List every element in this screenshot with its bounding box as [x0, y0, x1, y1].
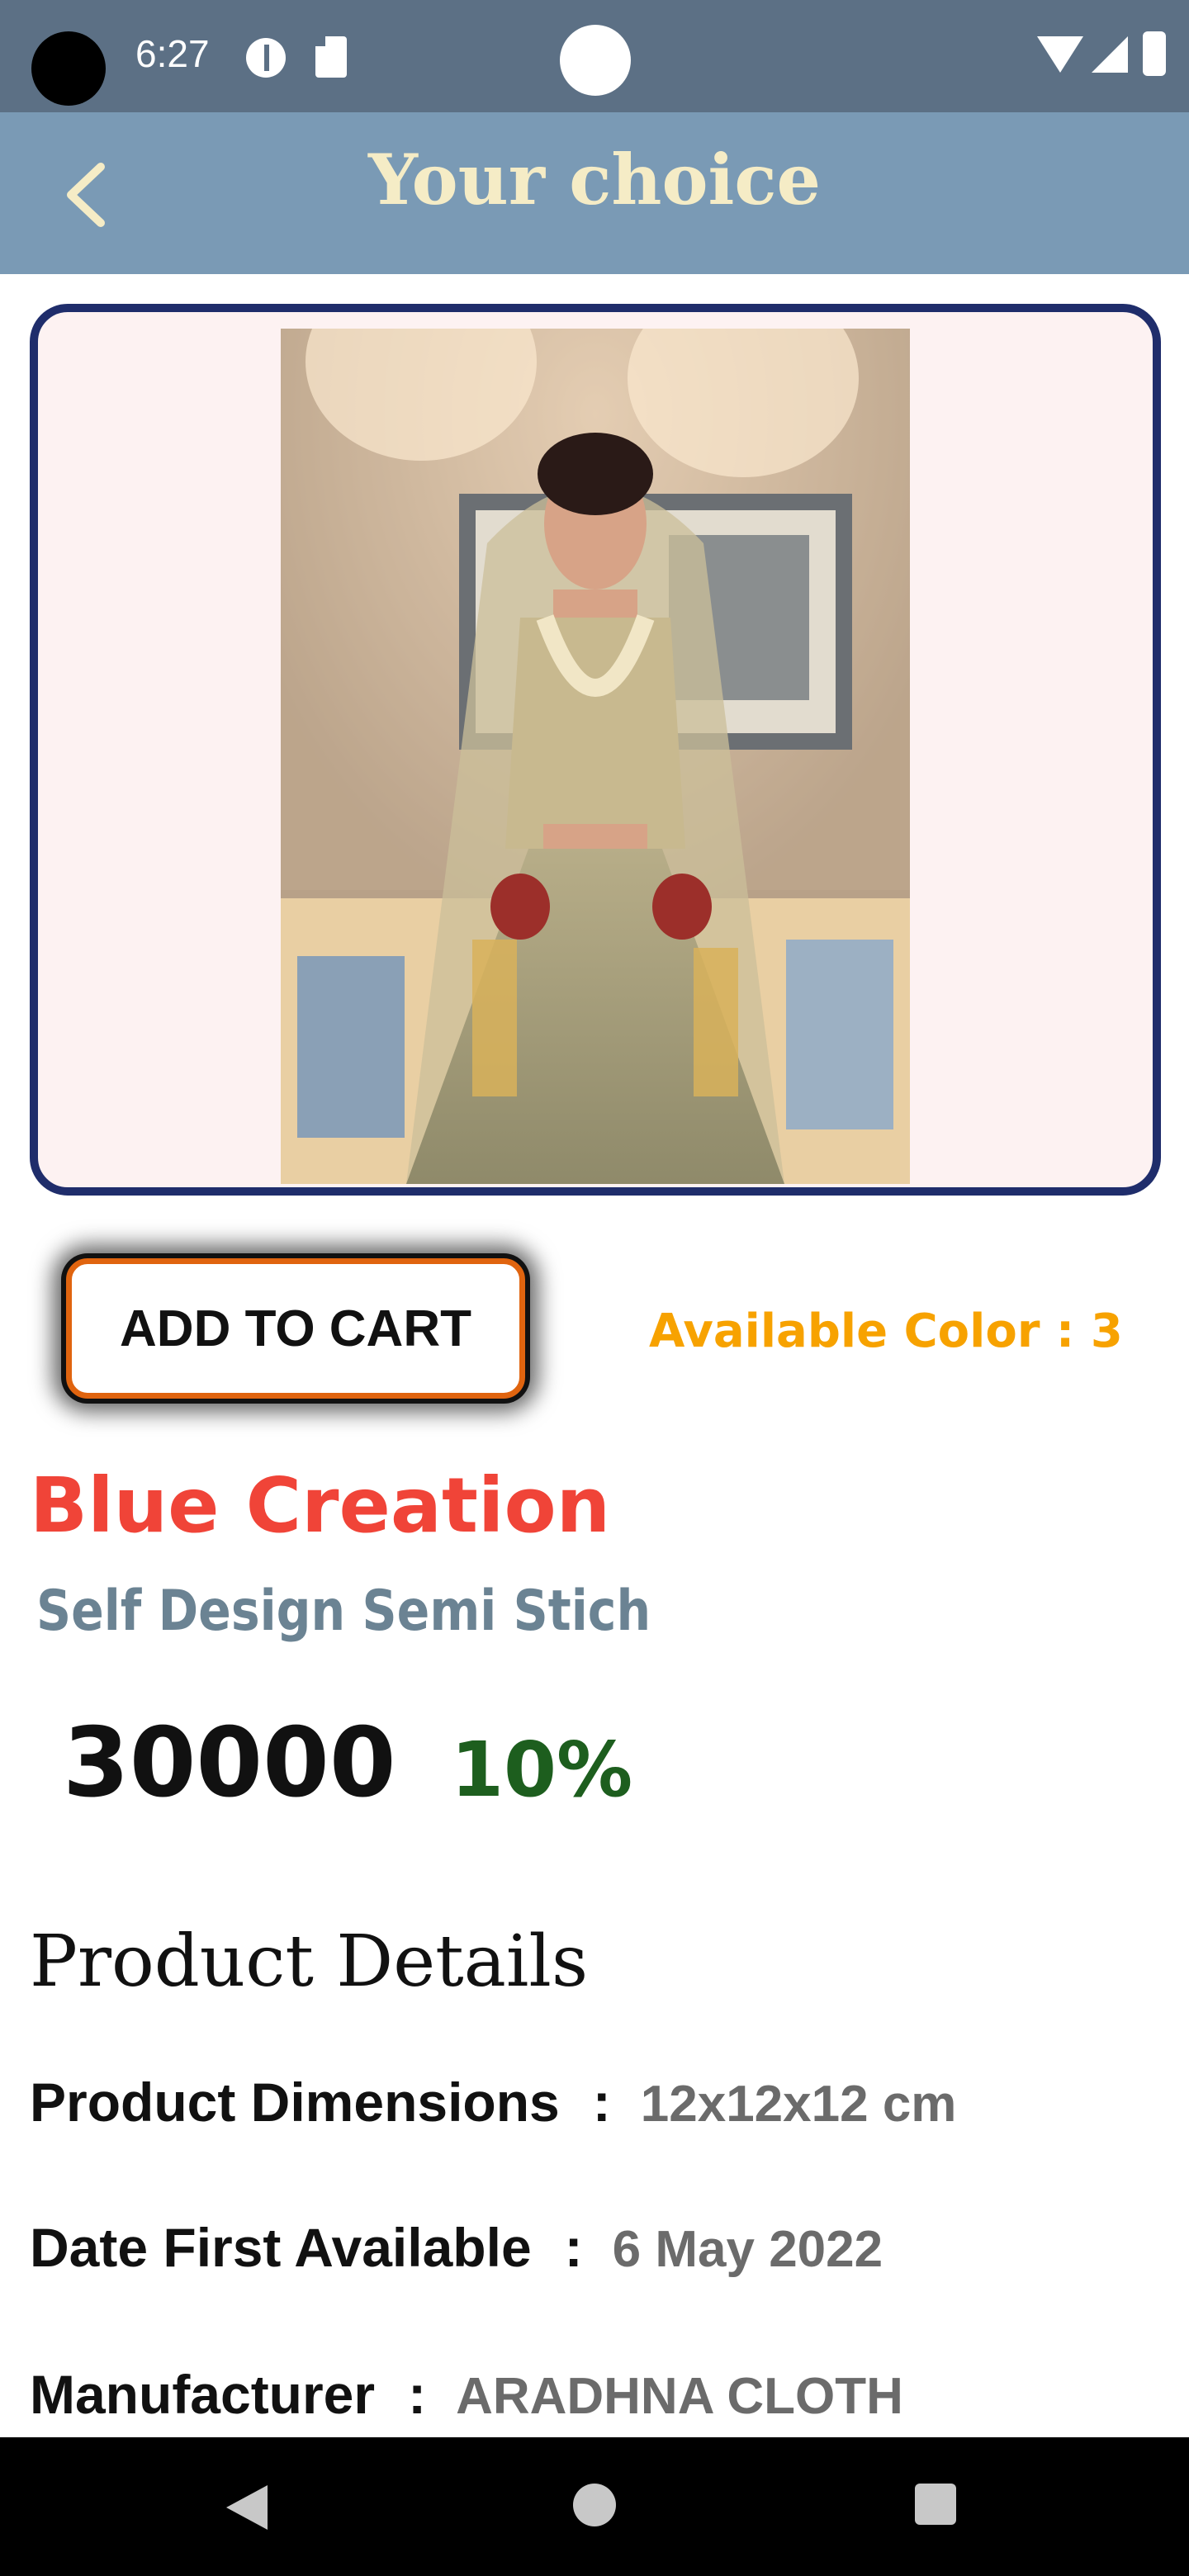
camera-cutout [31, 31, 106, 106]
detail-label: Manufacturer [30, 2364, 376, 2425]
available-color-text: Available Color : 3 [649, 1305, 1123, 1358]
battery-icon [1143, 31, 1166, 76]
detail-row-manufacturer: Manufacturer: ARADHNA CLOTH [30, 2363, 903, 2426]
status-time: 6:27 [135, 32, 210, 75]
detail-row-date: Date First Available:6 May 2022 [30, 2216, 883, 2279]
sd-card-icon [315, 36, 347, 78]
brand-name: Blue Creation [30, 1461, 611, 1550]
product-photo[interactable] [281, 329, 910, 1184]
detail-separator: : [592, 2072, 611, 2133]
wifi-icon [1037, 36, 1083, 73]
data-saver-icon [246, 38, 286, 78]
product-subtitle: Self Design Semi Stich [36, 1579, 651, 1644]
discount-badge: 10% [451, 1726, 633, 1814]
nav-back-icon[interactable] [226, 2485, 268, 2530]
detail-separator: : [408, 2364, 427, 2425]
details-heading: Product Details [30, 1920, 589, 2003]
product-price: 30000 [63, 1707, 396, 1819]
detail-label: Date First Available [30, 2217, 532, 2278]
detail-separator: : [564, 2217, 583, 2278]
add-to-cart-button[interactable]: ADD TO CART [66, 1258, 525, 1399]
detail-value: ARADHNA CLOTH [456, 2368, 903, 2425]
detail-row-dimensions: Product Dimensions:12x12x12 cm [30, 2071, 956, 2133]
front-camera-icon [560, 25, 631, 96]
detail-label: Product Dimensions [30, 2072, 560, 2133]
page-title: Your choice [367, 139, 821, 220]
nav-home-icon[interactable] [573, 2484, 616, 2526]
detail-value: 6 May 2022 [612, 2221, 883, 2278]
signal-icon [1092, 36, 1128, 73]
nav-recent-icon[interactable] [915, 2484, 956, 2525]
detail-value: 12x12x12 cm [640, 2076, 957, 2133]
